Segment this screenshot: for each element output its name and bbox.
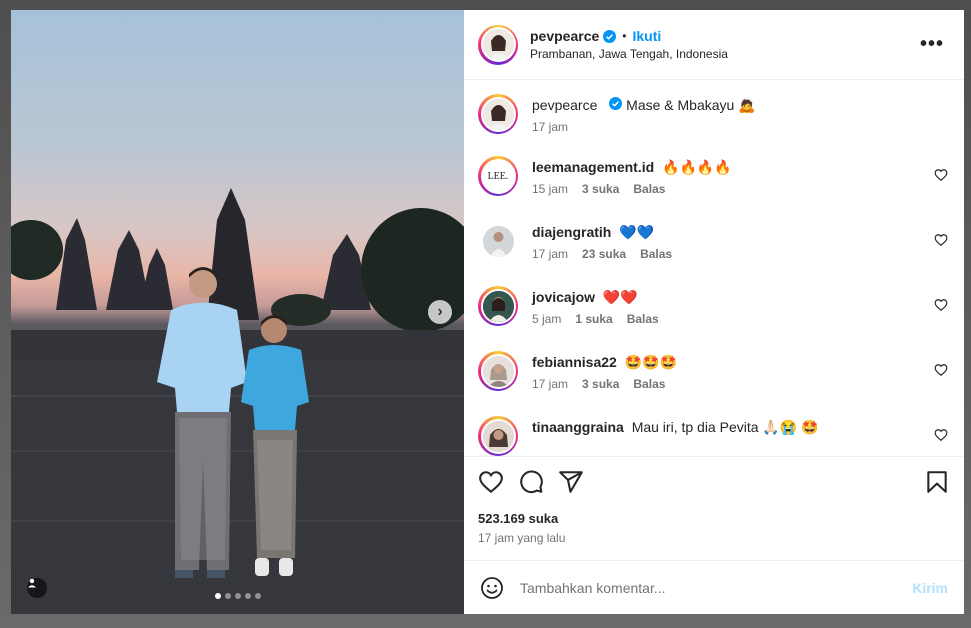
avatar-image — [482, 420, 514, 452]
comment-text: 🤩🤩🤩 — [624, 354, 678, 370]
avatar-label: LEE. — [487, 170, 509, 182]
verified-badge-icon — [603, 29, 617, 43]
comment-avatar[interactable] — [478, 351, 518, 391]
comment-item: LEE. leemanagement.id 🔥🔥🔥🔥 15 jam 3 suka… — [478, 156, 948, 196]
like-count[interactable]: 523.169 suka — [478, 511, 950, 526]
comment-likes[interactable]: 1 suka — [575, 312, 612, 326]
post-caption: pevpearce Mase & Mbakayu 🙇 17 jam — [478, 94, 948, 134]
reply-button[interactable]: Balas — [633, 182, 665, 196]
post-header: pevpearce • Ikuti Prambanan, Jawa Tengah… — [464, 10, 964, 80]
post-actions: 523.169 suka 17 jam yang lalu — [464, 456, 964, 560]
reply-button[interactable]: Balas — [633, 377, 665, 391]
avatar-image — [482, 355, 514, 387]
comment-item: diajengratih 💙💙 17 jam 23 suka Balas — [478, 221, 948, 261]
carousel-dot — [254, 593, 261, 599]
comment-composer: Kirim — [464, 560, 964, 614]
comment-username[interactable]: leemanagement.id — [532, 159, 654, 175]
reply-button[interactable]: Balas — [640, 247, 672, 261]
comment-like-heart-icon[interactable] — [934, 363, 948, 377]
comment-like-heart-icon[interactable] — [934, 233, 948, 247]
comment-username[interactable]: febiannisa22 — [532, 354, 617, 370]
comment-text: 🔥🔥🔥🔥 — [662, 159, 732, 175]
comment-likes[interactable]: 23 suka — [582, 247, 626, 261]
comment-item: jovicajow ❤️❤️ 5 jam 1 suka Balas — [478, 286, 948, 326]
carousel-dot — [224, 593, 231, 599]
comment-time[interactable]: 5 jam — [532, 312, 561, 326]
comment-avatar[interactable]: LEE. — [478, 156, 518, 196]
avatar-image — [482, 225, 514, 257]
author-avatar[interactable] — [478, 24, 518, 65]
comment-time[interactable]: 17 jam — [532, 247, 568, 261]
comment-like-heart-icon[interactable] — [934, 428, 948, 442]
next-slide-button[interactable]: › — [428, 300, 452, 324]
follow-button[interactable]: Ikuti — [632, 28, 661, 44]
comment-text: 💙💙 — [619, 224, 655, 240]
reply-button[interactable]: Balas — [627, 312, 659, 326]
send-icon[interactable] — [558, 469, 584, 495]
comment-username[interactable]: tinaanggraina — [532, 419, 624, 435]
comment-likes[interactable]: 3 suka — [582, 182, 619, 196]
comment-item: tinaanggraina Mau iri, tp dia Pevita 🙏🏻😭… — [478, 416, 948, 456]
comment-like-heart-icon[interactable] — [934, 168, 948, 182]
emoji-icon[interactable] — [480, 576, 504, 600]
caption-username[interactable]: pevpearce — [532, 97, 597, 113]
caption-text: Mase & Mbakayu 🙇 — [626, 97, 756, 113]
comment-avatar[interactable] — [478, 221, 518, 261]
comment-time[interactable]: 17 jam — [532, 377, 568, 391]
post-modal: › pevpearce • Ikuti Prambanan, Jawa Teng… — [11, 10, 964, 614]
carousel-indicator — [11, 593, 464, 599]
comment-like-heart-icon[interactable] — [934, 298, 948, 312]
avatar-image — [482, 98, 514, 130]
caption-time[interactable]: 17 jam — [532, 120, 568, 134]
post-comment-button[interactable]: Kirim — [912, 580, 948, 596]
carousel-dot — [214, 593, 221, 599]
comment-text: Mau iri, tp dia Pevita 🙏🏻😭 🤩 — [631, 419, 819, 435]
comment-item: febiannisa22 🤩🤩🤩 17 jam 3 suka Balas — [478, 351, 948, 391]
comment-text: ❤️❤️ — [602, 289, 638, 305]
comment-likes[interactable]: 3 suka — [582, 377, 619, 391]
more-options-button[interactable]: ••• — [916, 33, 948, 56]
verified-badge-icon — [609, 97, 623, 110]
caption-avatar[interactable] — [478, 94, 518, 134]
chevron-right-icon: › — [437, 303, 443, 320]
photo-illustration — [11, 188, 464, 614]
post-photo[interactable]: › — [11, 10, 464, 614]
post-time[interactable]: 17 jam yang lalu — [478, 531, 950, 545]
comment-avatar[interactable] — [478, 286, 518, 326]
comment-list: pevpearce Mase & Mbakayu 🙇 17 jam LEE. l… — [464, 80, 964, 456]
heart-icon[interactable] — [478, 469, 504, 495]
post-details-panel: pevpearce • Ikuti Prambanan, Jawa Tengah… — [464, 10, 964, 614]
carousel-dot — [244, 593, 251, 599]
header-separator: • — [622, 29, 627, 43]
comment-username[interactable]: diajengratih — [532, 224, 611, 240]
carousel-dot — [234, 593, 241, 599]
comment-icon[interactable] — [518, 469, 544, 495]
avatar-image — [482, 29, 514, 60]
avatar-image — [482, 290, 514, 322]
bookmark-icon[interactable] — [924, 469, 950, 495]
comment-time[interactable]: 15 jam — [532, 182, 568, 196]
author-username[interactable]: pevpearce — [530, 28, 599, 44]
user-tag-icon — [28, 578, 36, 588]
comment-username[interactable]: jovicajow — [532, 289, 595, 305]
comment-input[interactable] — [520, 579, 913, 596]
comment-avatar[interactable] — [478, 416, 518, 456]
post-location[interactable]: Prambanan, Jawa Tengah, Indonesia — [530, 47, 916, 61]
